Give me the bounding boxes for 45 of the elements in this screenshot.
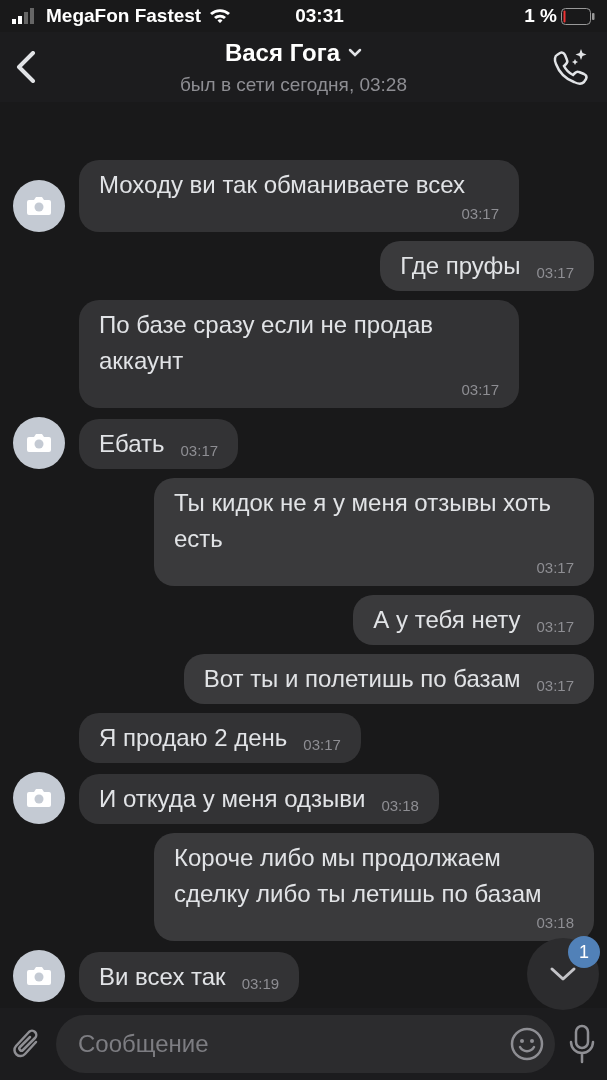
message-text: Я продаю 2 день [99,723,288,753]
back-icon[interactable] [16,51,36,83]
last-seen: был в сети сегодня, 03:28 [180,72,407,97]
chevron-down-icon [549,966,577,982]
camera-icon [26,433,52,453]
message-time: 03:17 [535,617,574,637]
wifi-icon [209,8,232,24]
unread-badge: 1 [568,936,600,968]
message-time: 03:17 [302,735,341,755]
message-text: По базе сразу если не продав аккаунт [99,310,435,376]
caret-icon[interactable] [348,48,363,58]
avatar[interactable] [13,417,65,469]
message-text: Ви всех так [99,962,226,992]
message-time: 03:17 [460,380,499,400]
message-text: Вот ты и полетишь по базам [203,664,521,694]
message-text: Моходу ви так обманиваете всех [99,170,466,200]
message-text: А у тебя нету [373,605,521,635]
battery-percent: 1 % [524,3,557,28]
message-text: Где пруфы [400,251,521,281]
battery-icon [561,7,595,25]
contact-name: Вася Гога [224,37,341,68]
message-time: 03:17 [535,558,574,578]
message-time: 03:17 [460,204,499,224]
message-time: 03:18 [380,796,419,816]
status-time: 03:31 [295,3,344,28]
message-text: И откуда у меня одзыви [99,784,366,814]
phone-icon[interactable] [551,47,591,87]
message-field[interactable]: Сообщение [56,1015,555,1073]
camera-icon [26,966,52,986]
message-time: 03:17 [535,263,574,283]
message-text: Короче либо мы продолжаем сделку либо ты летишь по базам [174,843,543,909]
message-text: Ты кидок не я у меня отзывы хоть есть [174,488,553,554]
camera-icon [26,788,52,808]
camera-icon [26,196,52,216]
avatar[interactable] [13,950,65,1002]
message-time: 03:17 [535,676,574,696]
message-time: 03:19 [240,974,280,994]
microphone-icon[interactable] [569,1024,595,1064]
smiley-icon[interactable] [509,1026,545,1062]
message-text: Ебать [99,429,165,459]
message-time: 03:17 [179,441,219,461]
avatar[interactable] [13,180,65,232]
message-time: 03:18 [535,913,574,933]
carrier-name: MegaFon Fastest [46,3,202,28]
avatar[interactable] [13,772,65,824]
